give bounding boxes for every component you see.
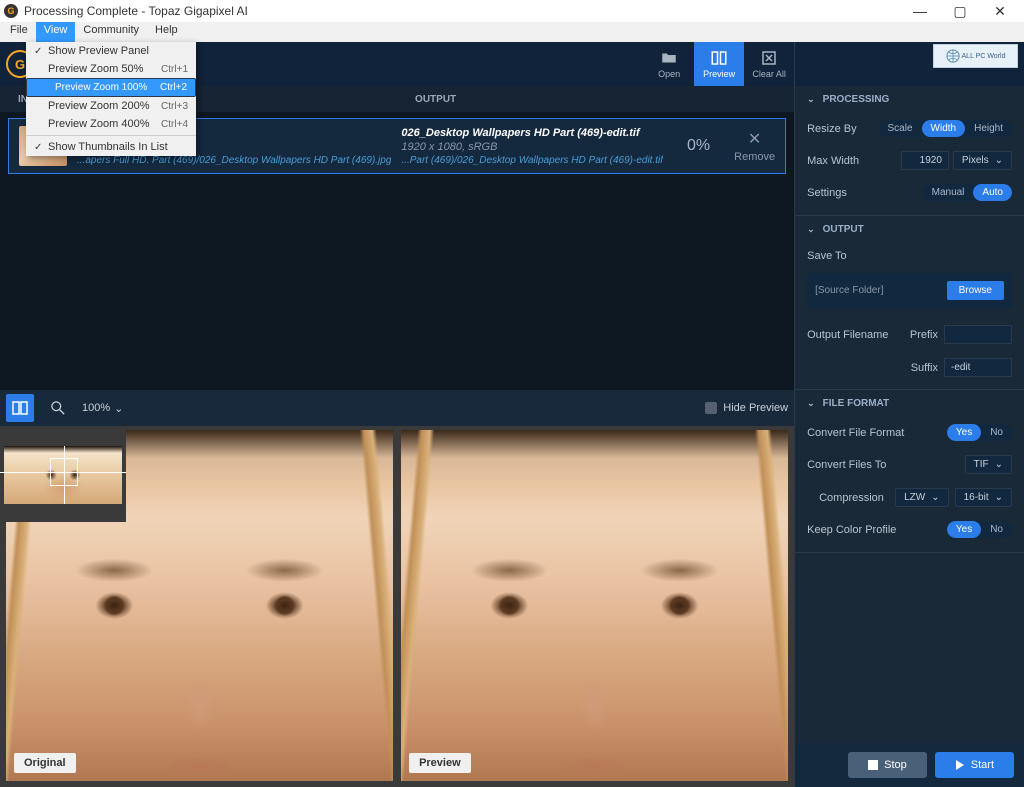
format-select[interactable]: TIF⌄: [965, 455, 1012, 474]
suffix-input[interactable]: [944, 358, 1012, 377]
preview-label: Preview: [409, 753, 471, 773]
globe-icon: [946, 49, 960, 63]
browse-button[interactable]: Browse: [947, 281, 1004, 300]
zoom-tool[interactable]: [44, 394, 72, 422]
menu-community[interactable]: Community: [75, 22, 147, 42]
output-section-header[interactable]: ⌄OUTPUT: [795, 216, 1024, 243]
menu-zoom-100[interactable]: Preview Zoom 100%Ctrl+2: [26, 78, 196, 97]
settings-panel: ⌄PROCESSING Resize By Scale Width Height…: [794, 42, 1024, 787]
navigator[interactable]: [0, 428, 126, 522]
remove-button[interactable]: ✕ Remove: [734, 129, 775, 163]
save-to-label: Save To: [807, 250, 1012, 262]
window-titlebar: G Processing Complete - Topaz Gigapixel …: [0, 0, 1024, 22]
suffix-label: Suffix: [911, 362, 938, 374]
preview-button[interactable]: Preview: [694, 42, 744, 86]
prefix-label: Prefix: [910, 329, 938, 341]
minus-icon: [705, 402, 717, 414]
input-path: ...apers Full HD. Part (469)/026_Desktop…: [77, 155, 391, 166]
folder-icon: [660, 49, 678, 67]
chevron-down-icon: ⌄: [807, 398, 815, 409]
menu-file[interactable]: File: [2, 22, 36, 42]
prefix-input[interactable]: [944, 325, 1012, 344]
compression-label: Compression: [807, 492, 895, 504]
open-button[interactable]: Open: [644, 42, 694, 86]
convert-format-segment[interactable]: YesNo: [947, 424, 1012, 441]
close-icon: ✕: [748, 129, 761, 149]
bitdepth-select[interactable]: 16-bit⌄: [955, 488, 1012, 507]
preview-area: Original Preview: [0, 426, 794, 787]
original-label: Original: [14, 753, 76, 773]
stop-button[interactable]: Stop: [848, 752, 927, 778]
chevron-down-icon: ⌄: [995, 155, 1003, 166]
footer: Stop Start: [795, 743, 1024, 787]
menu-show-preview-panel[interactable]: ✓Show Preview Panel: [26, 42, 196, 60]
settings-label: Settings: [807, 187, 923, 199]
menu-view[interactable]: View: [36, 22, 76, 42]
menu-zoom-400[interactable]: Preview Zoom 400%Ctrl+4: [26, 115, 196, 133]
menu-zoom-200[interactable]: Preview Zoom 200%Ctrl+3: [26, 97, 196, 115]
stop-icon: [868, 760, 878, 770]
play-icon: [955, 760, 965, 770]
convert-format-label: Convert File Format: [807, 427, 947, 439]
menu-help[interactable]: Help: [147, 22, 186, 42]
layout-toggle[interactable]: [6, 394, 34, 422]
start-button[interactable]: Start: [935, 752, 1014, 778]
processing-section-header[interactable]: ⌄PROCESSING: [795, 86, 1024, 113]
menu-bar: File View Community Help: [0, 22, 1024, 42]
max-width-label: Max Width: [807, 155, 901, 167]
output-filename: 026_Desktop Wallpapers HD Part (469)-edi…: [401, 127, 663, 139]
save-folder: [Source Folder]: [815, 285, 947, 296]
maximize-button[interactable]: ▢: [940, 0, 980, 22]
zoom-select[interactable]: 100%⌄: [82, 402, 123, 415]
clear-all-button[interactable]: Clear All: [744, 42, 794, 86]
magnifier-icon: [51, 401, 65, 415]
output-header: OUTPUT: [397, 94, 456, 105]
chevron-down-icon: ⌄: [931, 492, 939, 503]
preview-icon: [710, 49, 728, 67]
chevron-down-icon: ⌄: [995, 459, 1003, 470]
preview-pane[interactable]: Preview: [401, 430, 788, 781]
menu-zoom-50[interactable]: Preview Zoom 50%Ctrl+1: [26, 60, 196, 78]
clear-icon: [760, 49, 778, 67]
minimize-button[interactable]: —: [900, 0, 940, 22]
chevron-down-icon: ⌄: [807, 94, 815, 105]
progress-percent: 0%: [687, 137, 710, 155]
preview-toolbar: 100%⌄ Hide Preview: [0, 390, 794, 426]
window-title: Processing Complete - Topaz Gigapixel AI: [24, 4, 248, 18]
filename-label: Output Filename: [807, 329, 910, 341]
resize-by-segment[interactable]: Scale Width Height: [879, 120, 1012, 137]
format-section-header[interactable]: ⌄FILE FORMAT: [795, 390, 1024, 417]
resize-by-label: Resize By: [807, 123, 878, 135]
unit-select[interactable]: Pixels⌄: [953, 151, 1012, 170]
files-to-label: Convert Files To: [807, 459, 965, 471]
keep-color-segment[interactable]: YesNo: [947, 521, 1012, 538]
watermark: ALL PC World: [933, 44, 1018, 68]
view-dropdown: ✓Show Preview Panel Preview Zoom 50%Ctrl…: [26, 42, 196, 156]
chevron-down-icon: ⌄: [807, 224, 815, 235]
app-icon: G: [4, 4, 18, 18]
keep-color-label: Keep Color Profile: [807, 524, 947, 536]
close-button[interactable]: ✕: [980, 0, 1020, 22]
output-meta: 1920 x 1080, sRGB: [401, 141, 663, 153]
chevron-down-icon: ⌄: [995, 492, 1003, 503]
split-icon: [12, 400, 28, 416]
compression-select[interactable]: LZW⌄: [895, 488, 949, 507]
menu-show-thumbnails[interactable]: ✓Show Thumbnails In List: [26, 138, 196, 156]
settings-segment[interactable]: Manual Auto: [923, 184, 1012, 201]
max-width-input[interactable]: [901, 151, 949, 170]
output-path: ...Part (469)/026_Desktop Wallpapers HD …: [401, 155, 663, 166]
hide-preview-toggle[interactable]: Hide Preview: [705, 402, 788, 414]
chevron-down-icon: ⌄: [114, 402, 123, 415]
